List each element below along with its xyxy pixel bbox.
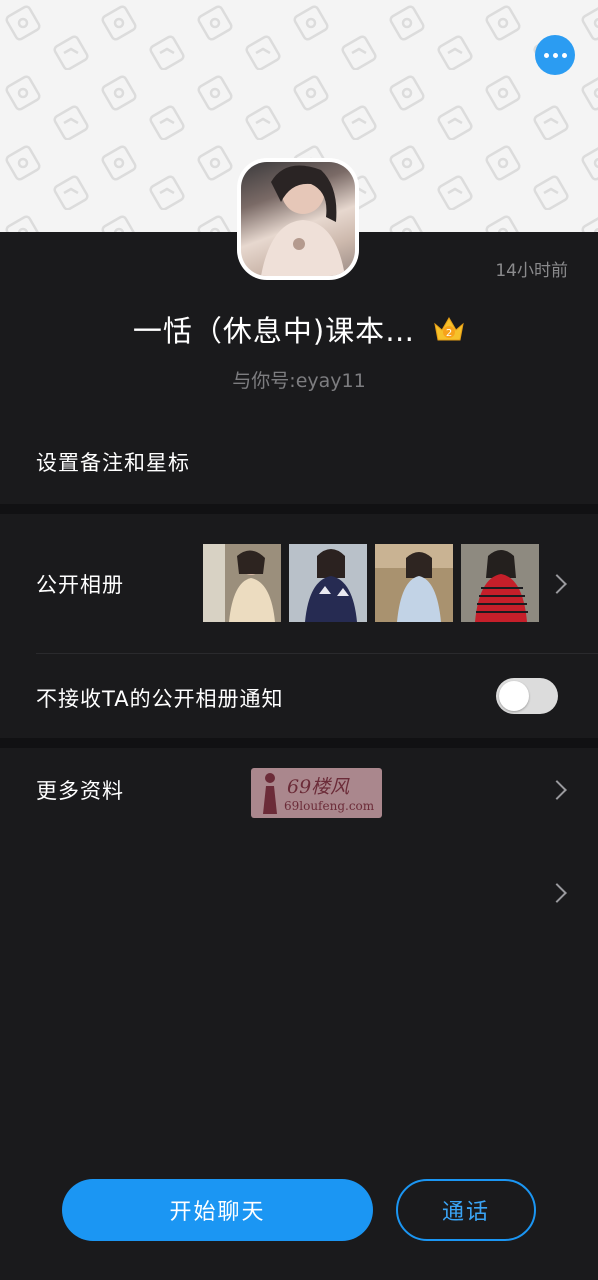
album-photo[interactable] — [289, 544, 367, 622]
album-photo[interactable] — [203, 544, 281, 622]
section-divider — [0, 504, 598, 514]
profile-name-row: 一恬（休息中)课本… 2 — [0, 308, 598, 350]
toggle-knob — [499, 681, 529, 711]
public-album-label: 公开相册 — [36, 573, 124, 597]
section-divider — [0, 738, 598, 748]
more-info-label: 更多资料 — [36, 779, 124, 803]
album-thumbnails[interactable] — [203, 544, 539, 622]
more-dot — [561, 52, 567, 58]
remark-row[interactable]: 设置备注和星标 — [0, 432, 598, 903]
album-notify-label: 不接收TA的公开相册通知 — [36, 687, 284, 711]
more-options-button[interactable] — [535, 35, 575, 75]
watermark-url: 69loufeng.com — [284, 799, 375, 813]
album-photo[interactable] — [461, 544, 539, 622]
more-dot — [552, 52, 558, 58]
avatar[interactable] — [237, 158, 359, 280]
album-photo[interactable] — [375, 544, 453, 622]
remark-label: 设置备注和星标 — [36, 451, 190, 475]
crown-level: 2 — [446, 328, 452, 339]
account-id: 与你号:eyay11 — [232, 370, 366, 392]
more-dot — [543, 52, 549, 58]
avatar-image — [241, 162, 355, 276]
album-notify-toggle[interactable] — [496, 678, 558, 714]
watermark-figure-icon — [263, 773, 277, 814]
last-active-time: 14小时前 — [495, 261, 568, 281]
start-chat-button[interactable]: 开始聊天 — [62, 1179, 373, 1241]
call-button[interactable]: 通话 — [396, 1179, 536, 1241]
watermark: 69楼风 69loufeng.com — [251, 768, 382, 818]
profile-name: 一恬（休息中)课本… — [132, 314, 416, 348]
avatar-portrait — [261, 165, 345, 276]
crown-icon: 2 — [434, 317, 464, 341]
row-divider — [36, 653, 598, 654]
watermark-title: 69楼风 — [287, 776, 350, 798]
